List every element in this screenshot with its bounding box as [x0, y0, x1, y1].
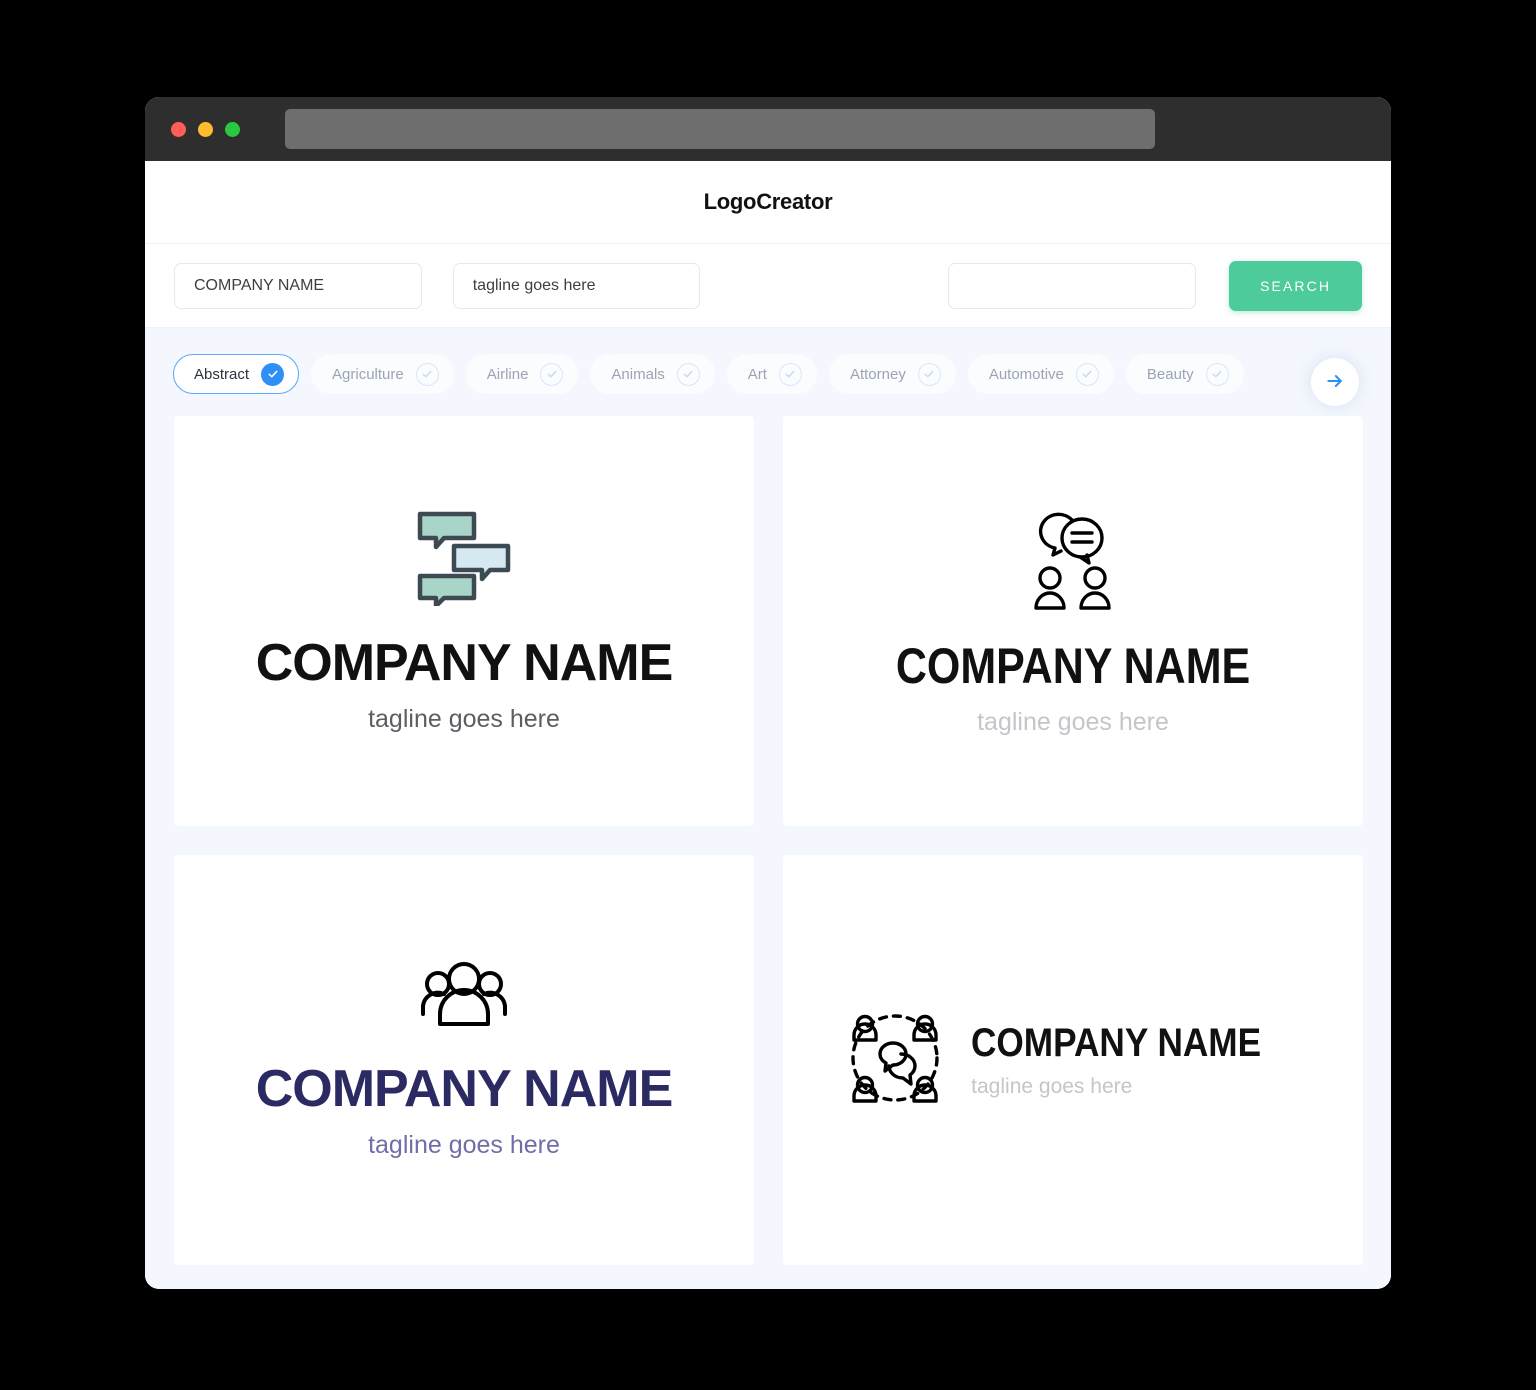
check-icon [415, 362, 439, 386]
logo-card[interactable]: COMPANY NAME tagline goes here [174, 416, 754, 826]
category-chip-abstract[interactable]: Abstract [173, 354, 300, 394]
check-icon [1075, 362, 1099, 386]
category-chip-airline[interactable]: Airline [465, 354, 579, 394]
page-title: LogoCreator [703, 189, 833, 214]
check-icon [917, 362, 941, 386]
logo-card[interactable]: COMPANY NAME tagline goes here [783, 416, 1363, 826]
category-chip-label: Beauty [1146, 365, 1194, 383]
logo-tagline: tagline goes here [368, 1131, 560, 1159]
keyword-input[interactable] [948, 262, 1197, 309]
company-name-input[interactable] [174, 262, 422, 309]
check-icon [540, 362, 564, 386]
traffic-lights [171, 121, 240, 137]
categories-next-button[interactable] [1311, 358, 1359, 406]
category-chip-label: Abstract [194, 365, 250, 383]
logo-company-name: COMPANY NAME [255, 634, 674, 692]
category-chip-label: Art [747, 365, 767, 383]
logo-card[interactable]: COMPANY NAME tagline goes here [174, 855, 754, 1265]
search-button[interactable]: SEARCH [1229, 260, 1362, 311]
minimize-window-button[interactable] [198, 121, 213, 137]
check-icon [261, 362, 285, 386]
logo-company-name: COMPANY NAME [971, 1021, 1262, 1065]
category-chip-beauty[interactable]: Beauty [1125, 354, 1244, 394]
category-filter-row: Abstract Agriculture Airline Animals Art [145, 328, 1391, 416]
logo-preview: COMPANY NAME tagline goes here [845, 1009, 1301, 1112]
logo-preview: COMPANY NAME tagline goes here [867, 508, 1279, 735]
category-chip-label: Attorney [849, 365, 906, 383]
logo-tagline: tagline goes here [971, 1075, 1133, 1098]
browser-window: LogoCreator SEARCH Abstract Agriculture … [145, 97, 1391, 1289]
category-chip-label: Animals [611, 365, 665, 383]
logo-preview: COMPANY NAME tagline goes here [256, 962, 673, 1158]
category-chip-agriculture[interactable]: Agriculture [311, 354, 454, 394]
category-chip-label: Automotive [988, 365, 1064, 383]
two-bubbles-two-people-icon [1027, 512, 1119, 616]
search-bar: SEARCH [145, 244, 1391, 328]
logo-text-block: COMPANY NAME tagline goes here [971, 1023, 1301, 1097]
app-header: LogoCreator [145, 161, 1391, 244]
logo-tagline: tagline goes here [368, 705, 560, 733]
check-icon [676, 362, 700, 386]
group-of-three-people-icon [418, 962, 510, 1032]
category-chip-art[interactable]: Art [726, 354, 817, 394]
close-window-button[interactable] [171, 121, 186, 137]
logo-tagline: tagline goes here [977, 707, 1169, 736]
logo-results-grid: COMPANY NAME tagline goes here COMPANY N… [145, 416, 1391, 1289]
arrow-right-icon [1325, 371, 1345, 394]
check-icon [778, 362, 802, 386]
maximize-window-button[interactable] [225, 121, 240, 137]
browser-titlebar [145, 97, 1391, 161]
category-chip-label: Airline [486, 365, 529, 383]
category-chip-animals[interactable]: Animals [590, 354, 715, 394]
logo-card[interactable]: COMPANY NAME tagline goes here [783, 855, 1363, 1265]
three-speech-bubbles-icon [412, 511, 516, 610]
logo-preview: COMPANY NAME tagline goes here [256, 510, 673, 732]
url-bar[interactable] [285, 109, 1155, 149]
category-chip-attorney[interactable]: Attorney [828, 354, 956, 394]
tagline-input[interactable] [452, 262, 701, 309]
four-people-circle-bubbles-icon [845, 1009, 945, 1112]
category-chip-label: Agriculture [332, 365, 404, 383]
logo-company-name: COMPANY NAME [255, 1060, 674, 1118]
category-chip-automotive[interactable]: Automotive [967, 354, 1114, 394]
check-icon [1205, 362, 1229, 386]
logo-company-name: COMPANY NAME [895, 637, 1251, 694]
